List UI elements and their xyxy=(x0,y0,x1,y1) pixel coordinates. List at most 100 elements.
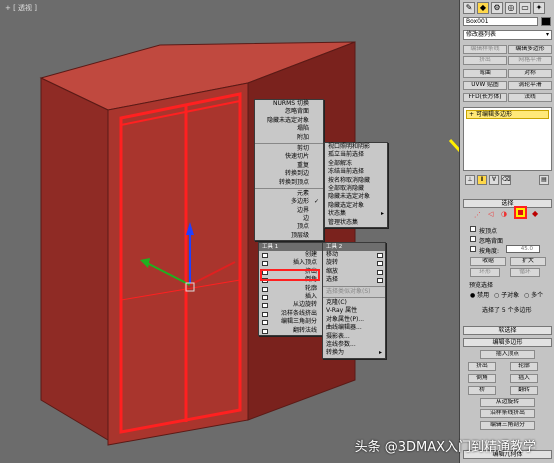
utilities-icon[interactable]: ✦ xyxy=(533,2,545,14)
settings-icon[interactable] xyxy=(377,253,383,258)
modifier-list-dropdown[interactable]: 修改器列表 ▾ xyxy=(463,30,552,40)
menu-item[interactable]: 插入顶点 xyxy=(259,259,327,267)
bend-button[interactable]: 弯曲 xyxy=(463,69,507,78)
modifier-stack[interactable]: + 可编辑多边形 xyxy=(463,107,552,171)
display-icon[interactable]: ▭ xyxy=(519,2,531,14)
menu-item[interactable]: 边 xyxy=(255,215,323,223)
menu-item[interactable]: 旋转 xyxy=(323,259,385,267)
edit-triangulation-button[interactable]: 编辑三角剖分 xyxy=(480,421,535,430)
loop-button[interactable]: 循环 xyxy=(510,268,540,277)
settings-icon[interactable] xyxy=(377,278,383,284)
menu-item[interactable]: 曲线编辑器... xyxy=(323,324,385,332)
menu-item[interactable]: 孤立当前选择 xyxy=(325,151,387,159)
menu-item[interactable]: V-Ray 属性 xyxy=(323,307,385,315)
menu-item[interactable]: 边界 xyxy=(255,207,323,215)
menu-item[interactable]: 选择类似对象(S) xyxy=(323,288,385,296)
menu-item[interactable]: 隐藏未选定对象 xyxy=(325,193,387,201)
menu-item[interactable]: 编辑三角剖分 xyxy=(259,318,327,326)
edit-spline-button[interactable]: 编辑样条线 xyxy=(463,45,507,54)
shrink-button[interactable]: 收缩 xyxy=(470,257,506,266)
element-icon[interactable]: ◆ xyxy=(532,209,538,218)
settings-icon[interactable] xyxy=(262,303,268,309)
soft-selection-rollout[interactable]: 软选择 xyxy=(463,326,552,335)
motion-icon[interactable]: ◎ xyxy=(505,2,517,14)
polygon-icon[interactable] xyxy=(514,206,527,219)
menu-item[interactable]: 按名称取消隐藏 xyxy=(325,177,387,185)
menu-item[interactable]: 转换到边 xyxy=(255,170,323,178)
menu-item[interactable]: 翻转法线 xyxy=(259,327,327,335)
settings-icon[interactable] xyxy=(262,320,268,326)
extrude-button[interactable]: 挤出 xyxy=(468,362,496,371)
inset-button[interactable]: 插入 xyxy=(510,374,538,383)
menu-item[interactable]: 附加 xyxy=(255,134,323,142)
by-angle-checkbox[interactable] xyxy=(470,246,476,252)
grow-button[interactable]: 扩大 xyxy=(510,257,546,266)
menu-item[interactable]: 从边旋转 xyxy=(259,301,327,309)
menu-item[interactable]: 摄影表... xyxy=(323,333,385,341)
menu-item[interactable]: 重复 xyxy=(255,162,323,170)
menu-item[interactable]: 状态集 ▸ xyxy=(325,210,387,218)
menu-item[interactable]: 转换为 ▸ xyxy=(323,349,385,357)
insert-vertex-button[interactable]: 插入顶点 xyxy=(480,350,535,359)
menu-item[interactable]: 快速切片 xyxy=(255,153,323,161)
menu-item[interactable]: 塌陷 xyxy=(255,125,323,133)
menu-item[interactable]: 顶层级 xyxy=(255,232,323,240)
meshsmooth-button[interactable]: 网格平滑 xyxy=(508,56,552,65)
menu-item[interactable]: 全部解冻 xyxy=(325,160,387,168)
menu-item[interactable]: 隐藏选定对象 xyxy=(325,202,387,210)
object-name-field[interactable]: Box001 xyxy=(463,17,538,26)
pin-stack-icon[interactable]: ⊥ xyxy=(465,175,475,185)
symmetry-button[interactable]: 对称 xyxy=(508,69,552,78)
ffd-box-button[interactable]: FFD(长方体) xyxy=(463,93,507,102)
ignore-backfacing-checkbox[interactable] xyxy=(470,236,476,242)
settings-icon[interactable] xyxy=(262,261,268,267)
vertex-icon[interactable]: ⋰ xyxy=(474,211,481,219)
menu-item[interactable]: 多边形 ✓ xyxy=(255,198,323,206)
stack-item[interactable]: + 可编辑多边形 xyxy=(466,110,549,119)
hinge-button[interactable]: 从边旋转 xyxy=(480,398,535,407)
edit-poly-button[interactable]: 编辑多边形 xyxy=(508,45,552,54)
viewport[interactable]: + [ 透视 ] NURMS 切换 忽略背面 隐藏未选定对象 塌陷 附加 剪切 快速切片 重复… xyxy=(0,0,459,463)
settings-icon[interactable] xyxy=(262,328,268,334)
menu-item[interactable]: 管理状态集 xyxy=(325,219,387,227)
ring-button[interactable]: 环形 xyxy=(470,268,500,277)
by-vertex-checkbox[interactable] xyxy=(470,226,476,232)
turbosmooth-button[interactable]: 涡轮平滑 xyxy=(508,81,552,90)
edit-polygons-rollout[interactable]: 编辑多边形 xyxy=(463,338,552,347)
menu-item[interactable]: 对象属性(P)... xyxy=(323,316,385,324)
normal-button[interactable]: 法线 xyxy=(508,93,552,102)
settings-icon[interactable] xyxy=(262,311,268,317)
menu-item[interactable]: 元素 xyxy=(255,190,323,198)
extrude-spline-button[interactable]: 沿样条线挤出 xyxy=(480,409,535,418)
menu-item[interactable]: 缩放 xyxy=(323,268,385,276)
bevel-button[interactable]: 倒角 xyxy=(468,374,496,383)
menu-item[interactable]: 轮廓 xyxy=(259,285,327,293)
show-end-result-icon[interactable]: Ⅱ xyxy=(477,175,487,185)
uvw-map-button[interactable]: UVW 贴图 xyxy=(463,81,507,90)
bridge-button[interactable]: 桥 xyxy=(468,386,496,395)
settings-icon[interactable] xyxy=(377,261,383,267)
menu-item[interactable]: 隐藏未选定对象 xyxy=(255,117,323,125)
settings-icon[interactable] xyxy=(262,253,268,258)
settings-icon[interactable] xyxy=(377,269,383,275)
object-color-swatch[interactable] xyxy=(541,17,551,26)
configure-sets-icon[interactable]: ▤ xyxy=(539,175,549,185)
menu-item[interactable]: 冻结当前选择 xyxy=(325,168,387,176)
preview-subobj-radio[interactable]: ○ 子对象 xyxy=(494,290,519,299)
menu-item[interactable]: 选择 xyxy=(323,276,385,284)
by-angle-spinner[interactable]: 45.0 xyxy=(506,245,540,253)
create-icon[interactable]: ✎ xyxy=(463,2,475,14)
remove-modifier-icon[interactable]: ⌫ xyxy=(501,175,511,185)
hierarchy-icon[interactable]: ⚙ xyxy=(491,2,503,14)
menu-item[interactable]: 顶点 xyxy=(255,223,323,231)
settings-icon[interactable] xyxy=(262,286,268,292)
preview-multi-radio[interactable]: ○ 多个 xyxy=(524,290,543,299)
border-icon[interactable]: ◑ xyxy=(501,210,507,218)
settings-icon[interactable] xyxy=(262,294,268,300)
menu-item[interactable]: 忽略背面 xyxy=(255,108,323,116)
stack-expand-icon[interactable]: + xyxy=(469,111,476,118)
extrude-mod-button[interactable]: 挤出 xyxy=(463,56,507,65)
preview-disabled-radio[interactable]: ● 禁用 xyxy=(470,290,489,299)
edge-icon[interactable]: ◁ xyxy=(488,210,493,218)
flip-button[interactable]: 翻转 xyxy=(510,386,538,395)
